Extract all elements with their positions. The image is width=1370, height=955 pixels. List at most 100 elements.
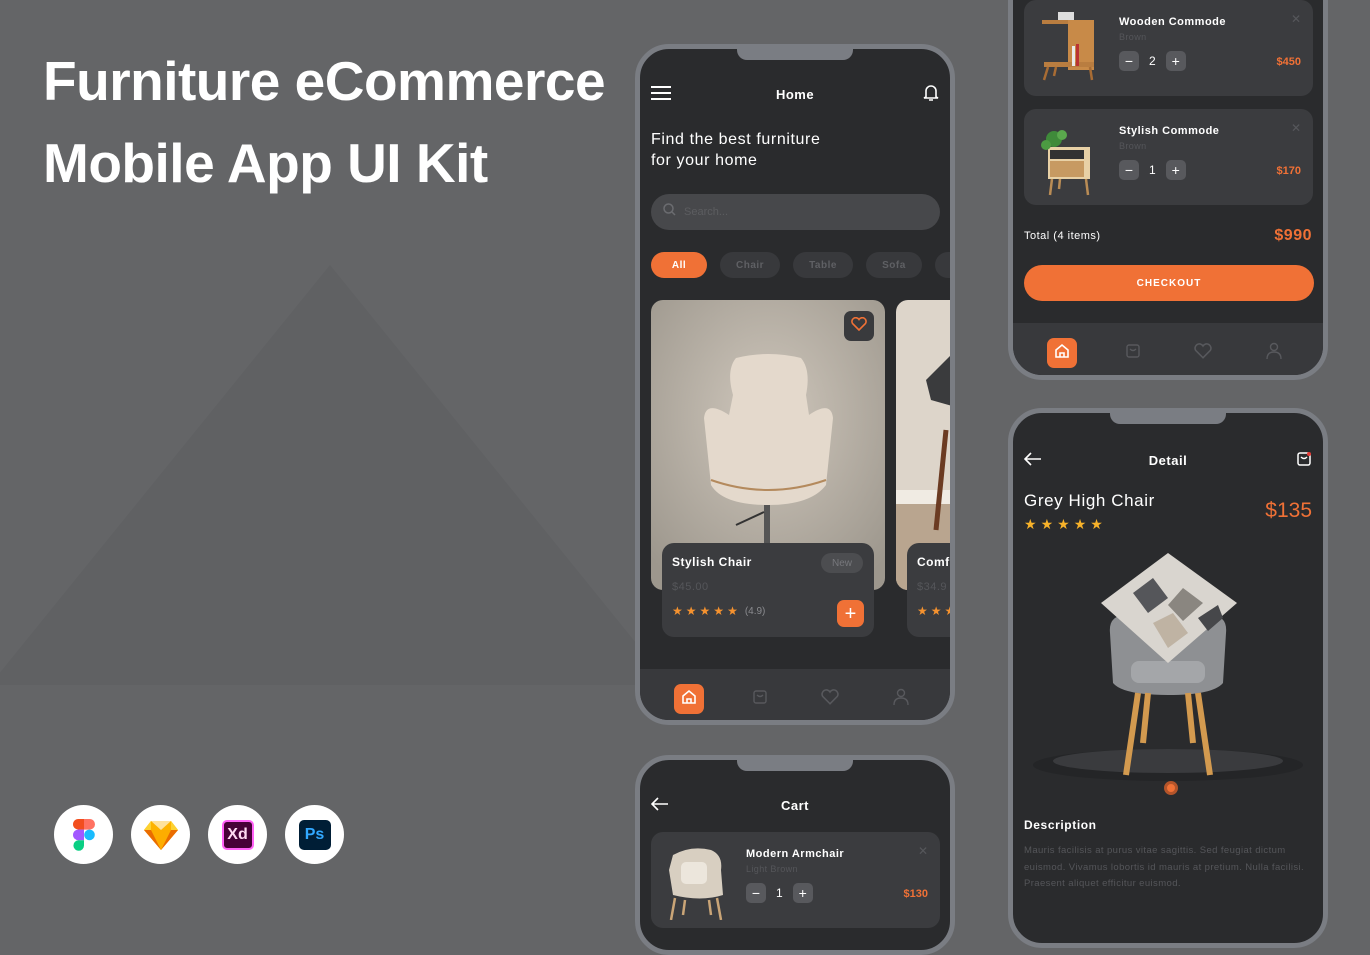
quantity-stepper: − 1 + (1119, 160, 1186, 180)
product-rating: ★ ★ ★ (917, 604, 955, 618)
wooden-commode-image (1042, 12, 1094, 81)
star-icon: ★ (1057, 516, 1070, 532)
hero-title: Furniture eCommerce Mobile App UI Kit (43, 40, 663, 204)
tagline-line1: Find the best furniture (651, 131, 821, 148)
page-title: Home (775, 87, 815, 102)
description-title: Description (1024, 818, 1097, 832)
tab-bar (1013, 323, 1323, 375)
grey-high-chair-image (1033, 553, 1303, 781)
search-bar[interactable] (651, 194, 940, 230)
quantity-value: 2 (1149, 54, 1156, 68)
home-icon (1054, 343, 1070, 364)
category-all[interactable]: All (651, 252, 707, 278)
detail-screen: Detail Grey High Chair ★ ★ ★ ★ ★ $135 De… (1008, 408, 1328, 948)
product-price: $135 (1265, 499, 1312, 522)
category-chair[interactable]: Chair (720, 252, 781, 278)
increment-button[interactable]: + (792, 883, 813, 903)
product-rating: ★ ★ ★ ★ ★ (4.9) (672, 605, 864, 617)
quantity-value: 1 (776, 886, 783, 900)
checkout-button[interactable]: CHECKOUT (1024, 265, 1314, 301)
product-name: Grey High Chair (1024, 491, 1155, 510)
product-card[interactable]: Comfo $34.9 ★ ★ ★ (907, 543, 955, 637)
user-icon (1266, 342, 1282, 365)
increment-button[interactable]: + (1165, 51, 1186, 71)
star-icon: ★ (917, 604, 928, 618)
favorite-button[interactable] (844, 311, 874, 341)
tab-cart[interactable] (745, 684, 775, 714)
category-table[interactable]: Table (793, 252, 853, 278)
cart-header: Cart (640, 797, 950, 814)
remove-icon[interactable]: ✕ (1291, 12, 1301, 26)
tool-icons: Xd Ps (54, 805, 344, 864)
product-rating: ★ ★ ★ ★ ★ (1024, 516, 1103, 532)
back-arrow-icon[interactable] (650, 797, 669, 814)
background-triangle (0, 265, 670, 685)
cart-item-name: Wooden Commode (1119, 16, 1227, 28)
remove-icon[interactable]: ✕ (1291, 121, 1301, 135)
tab-bar (640, 669, 950, 720)
cart-screen: Cart Modern Armchair Light Brown ✕ − 1 +… (635, 755, 955, 955)
page-title: Cart (780, 798, 809, 813)
bag-icon (1125, 343, 1141, 364)
home-header: Home (640, 84, 950, 105)
total-label: Total (4 items) (1024, 230, 1101, 242)
quantity-stepper: − 1 + (746, 883, 813, 903)
description-text: Mauris facilisis at purus vitae sagittis… (1024, 845, 1305, 889)
rating-text: (4.9) (744, 605, 766, 617)
tab-favorites[interactable] (1188, 338, 1218, 368)
decrement-button[interactable]: − (1119, 51, 1139, 71)
detail-header: Detail (1013, 451, 1323, 470)
back-arrow-icon[interactable] (1023, 452, 1042, 469)
tab-profile[interactable] (1259, 338, 1289, 368)
tab-cart[interactable] (1118, 338, 1148, 368)
cart-bag-icon[interactable] (1296, 451, 1312, 470)
star-icon: ★ (1024, 516, 1037, 532)
tab-profile[interactable] (886, 684, 916, 714)
decrement-button[interactable]: − (746, 883, 766, 903)
bell-icon[interactable] (923, 84, 939, 105)
category-lamp[interactable]: La (934, 252, 950, 278)
cart-item: Modern Armchair Light Brown ✕ − 1 + $130 (651, 832, 940, 928)
tab-home[interactable] (674, 684, 705, 714)
cart-item-variant: Light Brown (746, 864, 798, 874)
xd-icon: Xd (208, 805, 267, 864)
star-icon: ★ (672, 604, 683, 618)
heart-icon (1194, 342, 1212, 364)
search-input[interactable] (684, 206, 904, 218)
star-icon: ★ (685, 604, 697, 618)
cart-item-variant: Brown (1119, 32, 1147, 42)
star-icon: ★ (944, 604, 955, 618)
search-icon (663, 203, 676, 221)
home-icon (681, 689, 697, 710)
increment-button[interactable]: + (1165, 160, 1186, 180)
star-icon: ★ (930, 604, 942, 618)
add-to-cart-button[interactable]: + (837, 600, 864, 627)
cart-item-price: $450 (1276, 56, 1301, 68)
total-value: $990 (1274, 227, 1312, 244)
product-price: $34.9 (917, 581, 948, 593)
quantity-stepper: − 2 + (1119, 51, 1186, 71)
phone-notch (737, 49, 853, 60)
carousel-indicator[interactable] (1164, 781, 1178, 795)
tagline-line2: for your home (651, 152, 758, 169)
star-icon: ★ (713, 604, 725, 618)
category-sofa[interactable]: Sofa (865, 252, 922, 278)
menu-icon[interactable] (651, 85, 671, 104)
heart-icon (821, 688, 839, 710)
tab-home[interactable] (1047, 338, 1078, 368)
product-card[interactable]: Stylish Chair New $45.00 ★ ★ ★ ★ ★ (4.9)… (662, 543, 874, 637)
quantity-value: 1 (1149, 163, 1156, 177)
cart-item: Stylish Commode Brown ✕ − 1 + $170 (1024, 109, 1313, 205)
phone-notch (737, 760, 853, 771)
sketch-icon (131, 805, 190, 864)
home-screen: Home Find the best furniture for your ho… (635, 44, 955, 725)
remove-icon[interactable]: ✕ (918, 844, 928, 858)
product-name: Comfo (917, 555, 955, 569)
decrement-button[interactable]: − (1119, 160, 1139, 180)
cart-item-price: $130 (903, 888, 928, 900)
cart-item-name: Modern Armchair (746, 848, 845, 860)
tab-favorites[interactable] (815, 684, 845, 714)
phone-notch (1110, 413, 1226, 424)
modern-armchair-image (669, 848, 723, 920)
star-icon: ★ (1090, 516, 1103, 532)
